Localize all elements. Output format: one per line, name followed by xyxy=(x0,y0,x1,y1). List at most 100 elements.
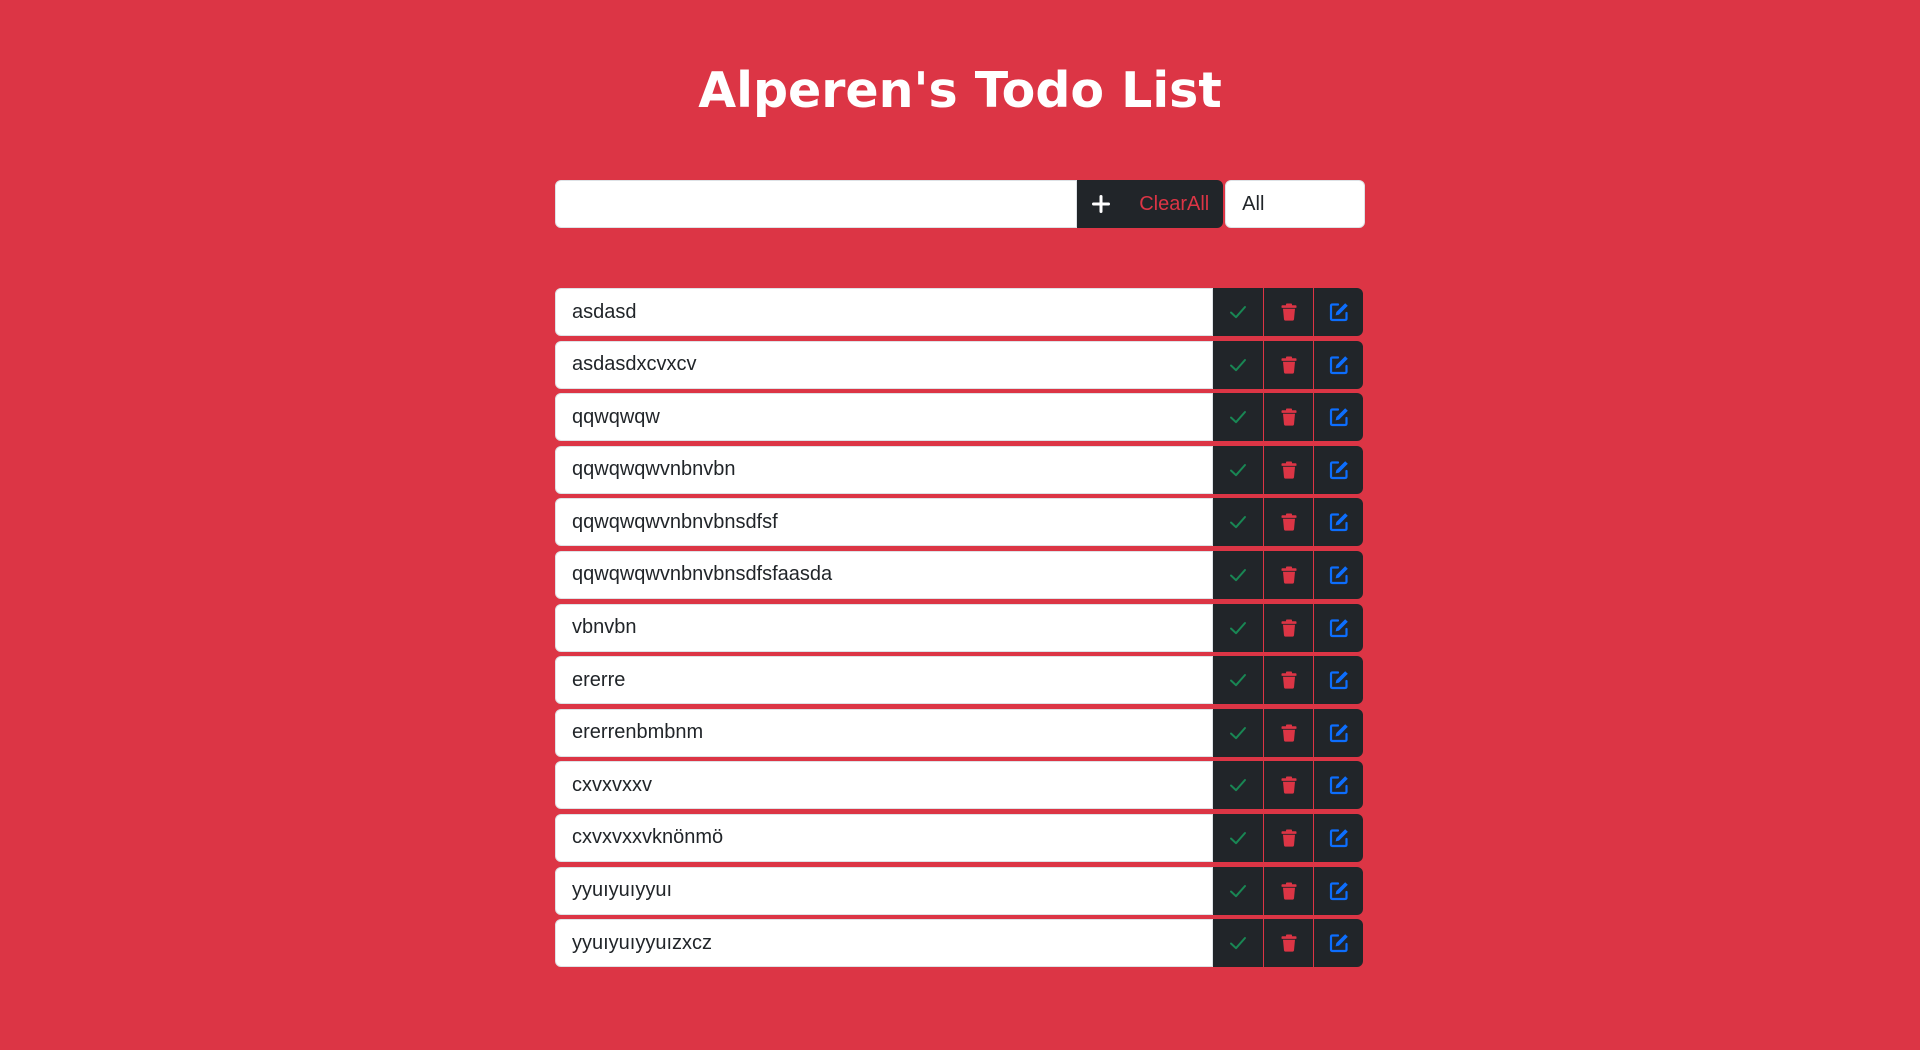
todo-item: qqwqwqwvnbnvbnsdfsfaasda xyxy=(555,550,1365,599)
delete-todo-button[interactable] xyxy=(1263,813,1313,862)
complete-todo-button[interactable] xyxy=(1213,340,1263,389)
edit-icon xyxy=(1329,460,1348,479)
delete-todo-button[interactable] xyxy=(1263,288,1313,336)
check-icon xyxy=(1230,516,1246,529)
complete-todo-button[interactable] xyxy=(1213,919,1263,968)
complete-todo-button[interactable] xyxy=(1213,550,1263,599)
todo-text: qqwqwqw xyxy=(555,393,1213,442)
complete-todo-button[interactable] xyxy=(1213,761,1263,810)
complete-todo-button[interactable] xyxy=(1213,656,1263,705)
edit-icon xyxy=(1329,829,1348,848)
edit-todo-button[interactable] xyxy=(1313,761,1363,810)
check-icon xyxy=(1230,306,1246,319)
delete-todo-button[interactable] xyxy=(1263,393,1313,442)
todo-text: ererrenbmbnm xyxy=(555,708,1213,757)
delete-todo-button[interactable] xyxy=(1263,919,1313,968)
edit-icon xyxy=(1329,776,1348,795)
todo-item: asdasdxcvxcv xyxy=(555,340,1365,389)
delete-todo-button[interactable] xyxy=(1263,340,1313,389)
delete-todo-button[interactable] xyxy=(1263,866,1313,915)
todo-text: ererre xyxy=(555,656,1213,705)
trash-icon xyxy=(1281,303,1296,321)
todo-text: qqwqwqwvnbnvbnsdfsf xyxy=(555,498,1213,547)
trash-icon xyxy=(1281,829,1296,847)
complete-todo-button[interactable] xyxy=(1213,498,1263,547)
edit-icon xyxy=(1329,881,1348,900)
edit-icon xyxy=(1329,566,1348,585)
edit-icon xyxy=(1329,934,1348,953)
trash-icon xyxy=(1281,776,1296,794)
todo-item: qqwqwqwvnbnvbn xyxy=(555,445,1365,494)
check-icon xyxy=(1230,358,1246,371)
add-todo-button[interactable] xyxy=(1077,180,1126,228)
edit-todo-button[interactable] xyxy=(1313,656,1363,705)
check-icon xyxy=(1230,779,1246,792)
page-title: Alperen's Todo List xyxy=(698,62,1222,119)
edit-todo-button[interactable] xyxy=(1313,550,1363,599)
edit-todo-button[interactable] xyxy=(1313,340,1363,389)
check-icon xyxy=(1230,674,1246,687)
complete-todo-button[interactable] xyxy=(1213,445,1263,494)
delete-todo-button[interactable] xyxy=(1263,550,1313,599)
edit-icon xyxy=(1329,671,1348,690)
todo-item: cxvxvxxvknönmö xyxy=(555,813,1365,862)
delete-todo-button[interactable] xyxy=(1263,445,1313,494)
todo-item: vbnvbn xyxy=(555,603,1365,652)
todo-item: ererrenbmbnm xyxy=(555,708,1365,757)
edit-icon xyxy=(1329,723,1348,742)
edit-todo-button[interactable] xyxy=(1313,393,1363,442)
edit-icon xyxy=(1329,408,1348,427)
todo-list: asdasd asdasdxcvxcv qqwqwqw qqwqwqwvnbnvbn q… xyxy=(555,288,1365,972)
check-icon xyxy=(1230,621,1246,634)
edit-todo-button[interactable] xyxy=(1313,813,1363,862)
edit-todo-button[interactable] xyxy=(1313,919,1363,968)
edit-todo-button[interactable] xyxy=(1313,498,1363,547)
delete-todo-button[interactable] xyxy=(1263,761,1313,810)
edit-icon xyxy=(1329,303,1348,322)
todo-toolbar: ClearAll All xyxy=(555,180,1366,228)
edit-todo-button[interactable] xyxy=(1313,603,1363,652)
edit-icon xyxy=(1329,618,1348,637)
complete-todo-button[interactable] xyxy=(1213,708,1263,757)
delete-todo-button[interactable] xyxy=(1263,498,1313,547)
edit-todo-button[interactable] xyxy=(1313,288,1363,336)
check-icon xyxy=(1230,831,1246,845)
todo-item: qqwqwqwvnbnvbnsdfsf xyxy=(555,498,1365,547)
trash-icon xyxy=(1281,934,1296,952)
todo-input[interactable] xyxy=(555,180,1078,228)
delete-todo-button[interactable] xyxy=(1263,708,1313,757)
trash-icon xyxy=(1281,619,1296,637)
trash-icon xyxy=(1281,461,1296,479)
todo-item: yyuıyuıyyuı xyxy=(555,866,1365,915)
trash-icon xyxy=(1281,724,1296,742)
delete-todo-button[interactable] xyxy=(1263,656,1313,705)
filter-select[interactable]: All xyxy=(1225,180,1366,228)
clear-all-button[interactable]: ClearAll xyxy=(1125,180,1224,228)
trash-icon xyxy=(1281,513,1296,531)
check-icon xyxy=(1230,463,1246,476)
todo-item: cxvxvxxv xyxy=(555,761,1365,810)
todo-item: ererre xyxy=(555,656,1365,705)
todo-text: asdasdxcvxcv xyxy=(555,340,1213,389)
complete-todo-button[interactable] xyxy=(1213,288,1263,336)
todo-text: cxvxvxxvknönmö xyxy=(555,813,1213,862)
check-icon xyxy=(1230,726,1246,739)
filter-selected-value: All xyxy=(1242,192,1265,215)
todo-text: cxvxvxxv xyxy=(555,761,1213,810)
todo-text: vbnvbn xyxy=(555,603,1213,652)
delete-todo-button[interactable] xyxy=(1263,603,1313,652)
complete-todo-button[interactable] xyxy=(1213,813,1263,862)
trash-icon xyxy=(1281,671,1296,689)
todo-item: yyuıyuıyyuızxcz xyxy=(555,919,1365,968)
plus-icon xyxy=(1092,195,1111,213)
edit-todo-button[interactable] xyxy=(1313,445,1363,494)
todo-text: yyuıyuıyyuızxcz xyxy=(555,919,1213,968)
complete-todo-button[interactable] xyxy=(1213,393,1263,442)
todo-text: yyuıyuıyyuı xyxy=(555,866,1213,915)
edit-todo-button[interactable] xyxy=(1313,866,1363,915)
todo-item: asdasd xyxy=(555,288,1365,336)
edit-todo-button[interactable] xyxy=(1313,708,1363,757)
complete-todo-button[interactable] xyxy=(1213,866,1263,915)
edit-icon xyxy=(1329,513,1348,532)
complete-todo-button[interactable] xyxy=(1213,603,1263,652)
